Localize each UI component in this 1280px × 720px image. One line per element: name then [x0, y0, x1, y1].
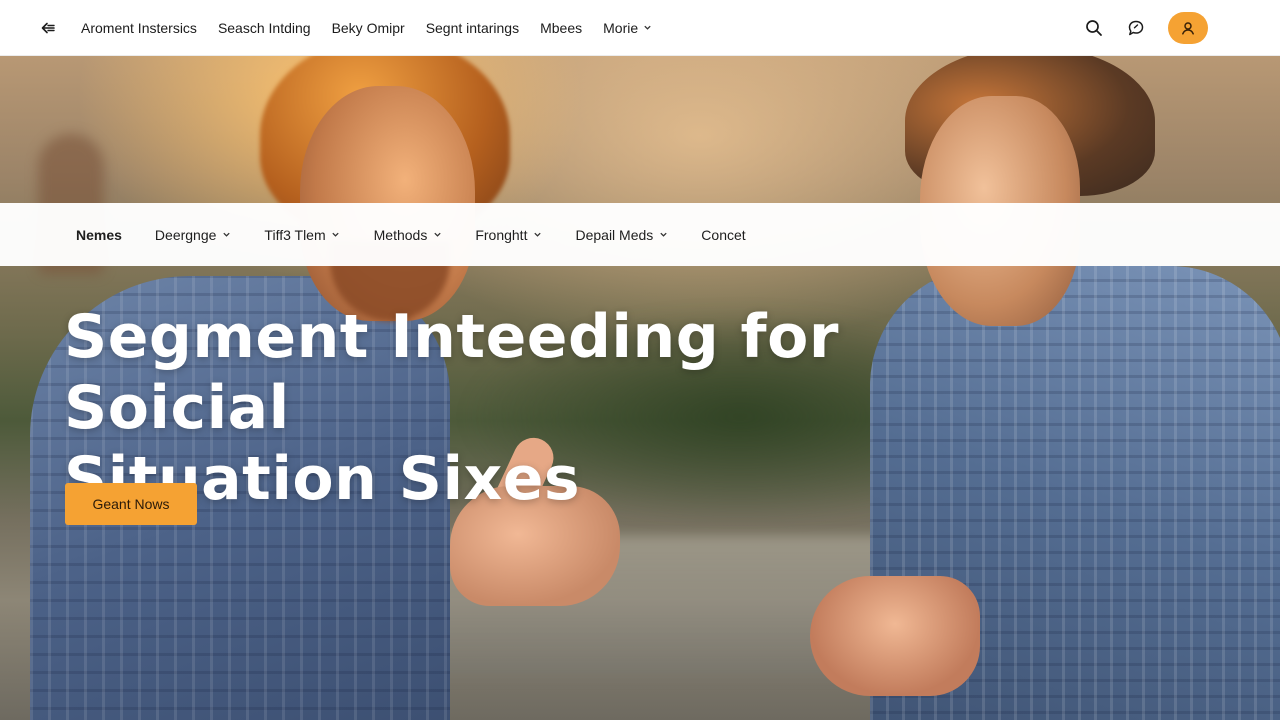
chat-bubble-icon — [1128, 20, 1144, 35]
account-button[interactable] — [1168, 11, 1208, 44]
chevron-down-icon — [658, 230, 668, 240]
chat-button[interactable] — [1126, 18, 1146, 38]
subnav-item-label: Methods — [373, 226, 428, 243]
nav-item-seasch-intding[interactable]: Seasch Intding — [218, 20, 311, 36]
nav-item-label: Segnt intarings — [425, 19, 520, 36]
subnav-item-label: Nemes — [76, 226, 122, 243]
right-person-hands — [810, 576, 980, 696]
primary-nav: Aroment Instersics Seasch Intding Beky O… — [81, 20, 652, 36]
top-navigation-bar: Aroment Instersics Seasch Intding Beky O… — [0, 0, 1280, 56]
subnav-item-label: Deergnge — [154, 226, 217, 243]
subnav-item-depail-meds[interactable]: Depail Meds — [575, 227, 668, 243]
nav-item-label: Morie — [603, 19, 639, 36]
secondary-nav: Nemes Deergnge Tiff3 Tlem Methods Frongh… — [0, 203, 1280, 266]
nav-item-label: Seasch Intding — [217, 19, 311, 36]
search-button[interactable] — [1084, 18, 1104, 38]
subnav-item-label: Tiff3 Tlem — [264, 226, 326, 243]
subnav-item-label: Depail Meds — [575, 226, 654, 243]
hero-title-line-1: Segment Inteeding for Soicial — [64, 302, 839, 443]
subnav-item-concet[interactable]: Concet — [701, 227, 745, 243]
header-actions — [1084, 11, 1208, 44]
subnav-item-nemes[interactable]: Nemes — [76, 227, 122, 243]
subnav-item-tiff3-tlem[interactable]: Tiff3 Tlem — [264, 227, 340, 243]
nav-item-mbees[interactable]: Mbees — [540, 20, 582, 36]
nav-item-label: Mbees — [540, 19, 583, 36]
back-button[interactable] — [37, 17, 59, 39]
nav-item-label: Aroment Instersics — [81, 19, 197, 36]
subnav-item-fronghtt[interactable]: Fronghtt — [475, 227, 542, 243]
chevron-down-icon — [221, 230, 231, 240]
chevron-down-icon — [642, 23, 652, 33]
page: Aroment Instersics Seasch Intding Beky O… — [0, 0, 1280, 720]
nav-item-aroment-instersics[interactable]: Aroment Instersics — [81, 20, 197, 36]
chevron-down-icon — [331, 230, 341, 240]
chevron-down-icon — [432, 230, 442, 240]
hero-title: Segment Inteeding for Soicial Situation … — [64, 302, 1064, 515]
cta-button[interactable]: Geant Nows — [65, 483, 197, 525]
subnav-item-label: Concet — [701, 226, 746, 243]
nav-item-segnt-intarings[interactable]: Segnt intarings — [426, 20, 519, 36]
subnav-item-label: Fronghtt — [475, 226, 528, 243]
nav-item-beky-omipr[interactable]: Beky Omipr — [332, 20, 405, 36]
arrow-left-icon — [41, 22, 55, 33]
chevron-down-icon — [532, 230, 542, 240]
subnav-item-methods[interactable]: Methods — [374, 227, 443, 243]
user-icon — [1182, 21, 1194, 35]
search-icon — [1086, 19, 1102, 36]
nav-item-label: Beky Omipr — [331, 19, 405, 36]
subnav-item-deergnge[interactable]: Deergnge — [155, 227, 232, 243]
nav-item-morie-dropdown[interactable]: Morie — [603, 20, 652, 36]
